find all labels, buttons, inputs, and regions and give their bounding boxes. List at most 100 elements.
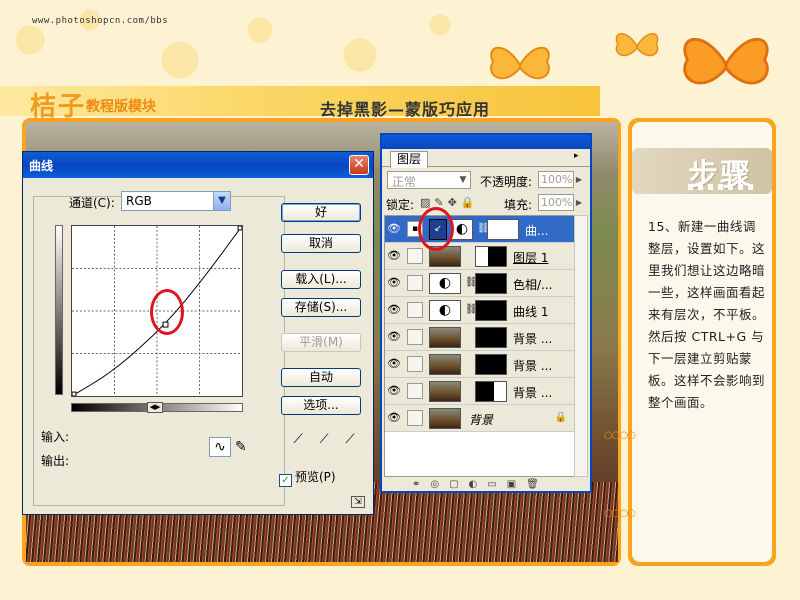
smooth-button[interactable]: 平滑(M) (281, 333, 361, 352)
highlight-circle (418, 207, 454, 251)
options-button[interactable]: 选项... (281, 396, 361, 415)
chain-decoration-icon: ○○○○ (604, 430, 636, 441)
layer-name[interactable]: 背景 (469, 411, 493, 428)
panel-menu-icon[interactable]: ▸ (574, 151, 588, 165)
layer-mask-thumbnail[interactable] (487, 219, 519, 240)
close-icon[interactable]: ✕ (349, 155, 369, 175)
curve-tool-icon[interactable]: ∿ (209, 437, 231, 457)
butterfly-icon (683, 37, 769, 85)
layer-row[interactable]: 👁 图层 1 (385, 243, 575, 270)
link-box[interactable] (407, 275, 423, 291)
layer-mask-thumbnail[interactable] (475, 381, 507, 402)
eye-icon[interactable]: 👁 (387, 384, 401, 398)
opacity-slider-icon[interactable]: ▶ (574, 171, 584, 188)
output-gradient-bar (55, 225, 63, 395)
preview-label: 预览(P) (295, 470, 336, 484)
layer-name[interactable]: 背景 ... (513, 330, 552, 347)
link-box[interactable] (407, 248, 423, 264)
link-box[interactable] (407, 383, 423, 399)
highlight-circle (150, 289, 184, 335)
curves-adjustment-icon: ◐ (429, 300, 461, 321)
checkmark-icon[interactable]: ✓ (279, 474, 292, 487)
channel-label: 通道(C): (69, 196, 115, 210)
chevron-down-icon[interactable]: ▼ (213, 192, 230, 210)
layer-thumbnail (429, 327, 461, 348)
curves-titlebar[interactable]: 曲线 ✕ (23, 152, 373, 178)
layer-row[interactable]: 👁 背景 ... (385, 378, 575, 405)
layer-row[interactable]: 👁 ▪ ↙ ◐ ⛓ 曲... (385, 216, 575, 243)
curve-endpoint[interactable] (72, 391, 77, 396)
layer-name[interactable]: 色相/... (513, 276, 553, 293)
channel-select[interactable]: RGB ▼ (121, 191, 231, 211)
layer-row[interactable]: 👁 背景 ... (385, 324, 575, 351)
load-button[interactable]: 载入(L)... (281, 270, 361, 289)
layers-footer-icons[interactable]: ⚭◎▢◐▭▣🗑 (384, 479, 590, 491)
hue-adjustment-icon: ◐ (429, 273, 461, 294)
layer-name[interactable]: 图层 1 (513, 249, 548, 266)
eye-icon[interactable]: 👁 (387, 330, 401, 344)
site-url[interactable]: www.photoshopcn.com/bbs (32, 16, 168, 26)
eye-icon[interactable]: 👁 (387, 411, 401, 425)
layer-mask-thumbnail[interactable] (475, 273, 507, 294)
gray-eyedropper-icon[interactable]: ⟋ (315, 432, 333, 450)
layer-row[interactable]: 👁 ◐ ⛓ 色相/... (385, 270, 575, 297)
layers-scrollbar[interactable] (574, 215, 588, 477)
eye-icon[interactable]: 👁 (387, 222, 401, 236)
opacity-label: 不透明度: (480, 175, 533, 189)
layer-mask-thumbnail[interactable] (475, 354, 507, 375)
layers-panel: 图层 ▸ 正常 ▼ 不透明度: 100% ▶ 锁定: ▨✎✥🔒 填充: 100%… (380, 133, 592, 493)
curves-title: 曲线 (29, 159, 54, 173)
chevron-down-icon[interactable]: ▼ (456, 172, 470, 188)
fill-slider-icon[interactable]: ▶ (574, 194, 584, 211)
chain-decoration-icon: ○○○○ (604, 508, 636, 519)
lesson-title: 去掉黑影—蒙版巧应用 (320, 100, 491, 119)
link-box[interactable] (407, 329, 423, 345)
layer-list: 👁 ▪ ↙ ◐ ⛓ 曲... 👁 图层 1 👁 ◐ ⛓ 色相/... 👁 ◐ ⛓… (384, 215, 576, 477)
layer-thumbnail (429, 354, 461, 375)
layer-row[interactable]: 👁 背景 ... (385, 351, 575, 378)
ok-button[interactable]: 好 (281, 203, 361, 222)
curves-dialog: 曲线 ✕ 通道(C): RGB ▼ ◀▶ 输入: 输出: ∿ ✎ 好 取消 载入… (22, 151, 374, 515)
fill-input[interactable]: 100% (538, 194, 574, 211)
white-eyedropper-icon[interactable]: ⟋ (341, 432, 359, 450)
opacity-input[interactable]: 100% (538, 171, 574, 188)
link-box[interactable] (407, 302, 423, 318)
layer-mask-thumbnail[interactable] (475, 246, 507, 267)
auto-button[interactable]: 自动 (281, 368, 361, 387)
layer-name[interactable]: 背景 ... (513, 384, 552, 401)
layers-tabs: 图层 ▸ (382, 149, 590, 168)
eye-icon[interactable]: 👁 (387, 276, 401, 290)
eye-icon[interactable]: 👁 (387, 303, 401, 317)
pencil-icon[interactable]: ✎ (235, 437, 253, 457)
resize-icon[interactable]: ⇲ (351, 496, 365, 508)
layer-row[interactable]: 👁 ◐ ⛓ 曲线 1 (385, 297, 575, 324)
layer-thumbnail (429, 408, 461, 429)
black-eyedropper-icon[interactable]: ⟋ (289, 432, 307, 450)
save-button[interactable]: 存储(S)... (281, 298, 361, 317)
layer-name[interactable]: 曲线 1 (513, 303, 548, 320)
gradient-toggle-icon[interactable]: ◀▶ (147, 402, 163, 413)
blend-mode-select[interactable]: 正常 ▼ (387, 171, 471, 189)
eye-icon[interactable]: 👁 (387, 249, 401, 263)
preview-checkbox[interactable]: ✓ 预览(P) (279, 468, 336, 487)
tab-layers[interactable]: 图层 (390, 151, 428, 168)
layer-mask-thumbnail[interactable] (475, 327, 507, 348)
link-box[interactable] (407, 410, 423, 426)
fill-label: 填充: (504, 198, 533, 212)
butterfly-icon (615, 32, 659, 57)
layers-titlebar[interactable] (382, 135, 590, 149)
cancel-button[interactable]: 取消 (281, 234, 361, 253)
blend-mode-value: 正常 (392, 175, 417, 189)
link-box[interactable] (407, 356, 423, 372)
layer-row[interactable]: 👁 背景 🔒 (385, 405, 575, 432)
lock-label: 锁定: (386, 198, 415, 212)
curve-endpoint[interactable] (237, 226, 242, 231)
eye-icon[interactable]: 👁 (387, 357, 401, 371)
layer-thumbnail (429, 381, 461, 402)
layer-mask-thumbnail[interactable] (475, 300, 507, 321)
lock-options-icons[interactable]: ▨✎✥🔒 (420, 196, 479, 209)
layer-name[interactable]: 曲... (525, 222, 548, 239)
layer-name[interactable]: 背景 ... (513, 357, 552, 374)
output-label: 输出: (41, 454, 70, 468)
input-label: 输入: (41, 430, 70, 444)
